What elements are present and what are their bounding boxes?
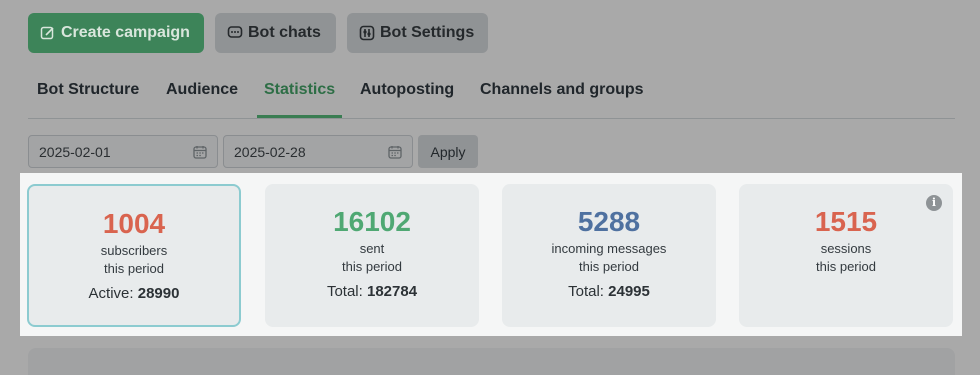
create-campaign-button[interactable]: Create campaign — [28, 13, 204, 53]
bot-chats-label: Bot chats — [248, 24, 321, 41]
tabs-divider — [28, 118, 955, 119]
stat-label: incoming messages this period — [502, 240, 716, 276]
bot-chats-button[interactable]: Bot chats — [215, 13, 336, 53]
edit-icon — [40, 25, 56, 41]
calendar-icon[interactable] — [388, 145, 402, 159]
stat-card-sent[interactable]: 16102 sent this period Total: 182784 — [265, 184, 479, 327]
stat-total-label: Active: — [88, 285, 134, 302]
stat-total: Total: 24995 — [502, 283, 716, 300]
bot-settings-label: Bot Settings — [380, 24, 475, 41]
bot-settings-button[interactable]: Bot Settings — [347, 13, 488, 53]
stat-total: Total: 182784 — [265, 283, 479, 300]
date-from-value: 2025-02-01 — [39, 143, 111, 160]
stat-value: 1004 — [102, 208, 166, 239]
stat-value: 5288 — [577, 206, 641, 237]
tab-autoposting[interactable]: Autoposting — [360, 81, 454, 99]
stat-card-subscribers[interactable]: 1004 subscribers this period Active: 289… — [27, 184, 241, 327]
stat-value: 16102 — [333, 206, 411, 237]
apply-button[interactable]: Apply — [418, 135, 478, 168]
stat-value: 1515 — [814, 206, 878, 237]
active-tab-indicator — [257, 115, 342, 118]
stat-label-line2: this period — [579, 259, 639, 274]
stat-total-value: 182784 — [366, 283, 418, 300]
calendar-icon[interactable] — [193, 145, 207, 159]
tab-audience[interactable]: Audience — [166, 81, 238, 99]
stat-total-label: Total: — [326, 283, 363, 300]
tab-bot-structure[interactable]: Bot Structure — [37, 81, 139, 99]
date-from-input[interactable]: 2025-02-01 — [28, 135, 218, 168]
chat-icon — [227, 25, 243, 41]
stat-label-line1: sessions — [820, 241, 872, 256]
stat-label: subscribers this period — [29, 242, 239, 278]
stat-label-line2: this period — [104, 261, 164, 276]
stat-total-value: 28990 — [137, 285, 180, 302]
stat-total: Active: 28990 — [29, 285, 239, 302]
date-to-input[interactable]: 2025-02-28 — [223, 135, 413, 168]
stat-label-line1: sent — [359, 241, 385, 256]
sliders-icon — [359, 25, 375, 41]
stat-card-sessions[interactable]: i 1515 sessions this period — [739, 184, 953, 327]
content-block — [28, 348, 955, 375]
stat-label: sessions this period — [739, 240, 953, 276]
stat-label-line2: this period — [816, 259, 876, 274]
tab-statistics[interactable]: Statistics — [264, 81, 335, 99]
stat-label-line1: subscribers — [100, 243, 168, 258]
tab-channels-and-groups[interactable]: Channels and groups — [480, 81, 644, 99]
stat-label: sent this period — [265, 240, 479, 276]
stats-panel: 1004 subscribers this period Active: 289… — [20, 173, 962, 336]
stat-label-line2: this period — [342, 259, 402, 274]
create-campaign-label: Create campaign — [61, 24, 190, 41]
date-to-value: 2025-02-28 — [234, 143, 306, 160]
stat-total-value: 24995 — [608, 283, 650, 300]
stat-label-line1: incoming messages — [551, 241, 667, 256]
stat-card-incoming-messages[interactable]: 5288 incoming messages this period Total… — [502, 184, 716, 327]
stat-total-label: Total: — [568, 283, 604, 300]
